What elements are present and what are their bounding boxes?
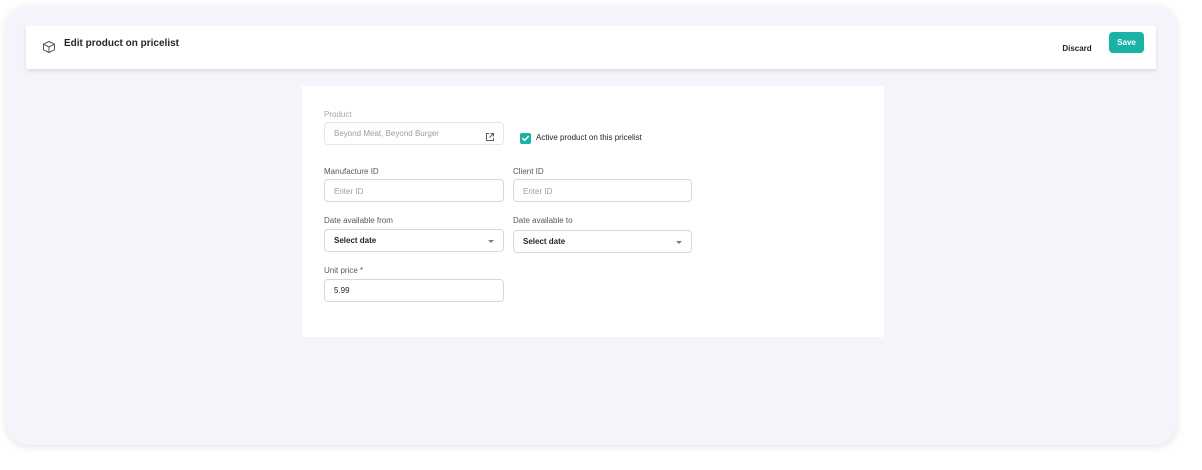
unit-price-value: 5.99 [334,286,350,295]
manufacture-id-input[interactable] [334,185,484,197]
date-from-select[interactable]: Select date [324,229,504,252]
client-id-input[interactable] [523,185,673,197]
date-to-value: Select date [523,237,566,246]
active-checkbox-label[interactable]: Active product on this pricelist [536,133,642,142]
product-field[interactable]: Beyond Meat, Beyond Burger [324,122,504,145]
chevron-down-icon [676,241,682,244]
date-to-label: Date available to [513,216,573,225]
discard-button[interactable]: Discard [1055,37,1099,59]
save-button[interactable]: Save [1109,32,1144,53]
client-id-label: Client ID [513,167,544,176]
app-window: Edit product on pricelist Discard Save P… [6,5,1177,445]
active-checkbox[interactable] [520,133,531,144]
date-to-select[interactable]: Select date [513,230,692,253]
product-value: Beyond Meat, Beyond Burger [334,129,439,138]
manufacture-id-field[interactable] [324,179,504,202]
date-from-value: Select date [334,236,377,245]
unit-price-field[interactable]: 5.99 [324,279,504,302]
client-id-field[interactable] [513,179,692,202]
unit-price-label: Unit price * [324,266,364,275]
box-icon [42,40,56,54]
header-bar: Edit product on pricelist Discard Save [26,26,1156,69]
manufacture-id-label: Manufacture ID [324,167,379,176]
form-card: Product Beyond Meat, Beyond Burger Activ… [302,86,884,337]
chevron-down-icon [488,240,494,243]
date-from-label: Date available from [324,216,393,225]
page-title: Edit product on pricelist [64,38,180,49]
external-link-icon[interactable] [485,129,495,141]
product-label: Product [324,110,352,119]
